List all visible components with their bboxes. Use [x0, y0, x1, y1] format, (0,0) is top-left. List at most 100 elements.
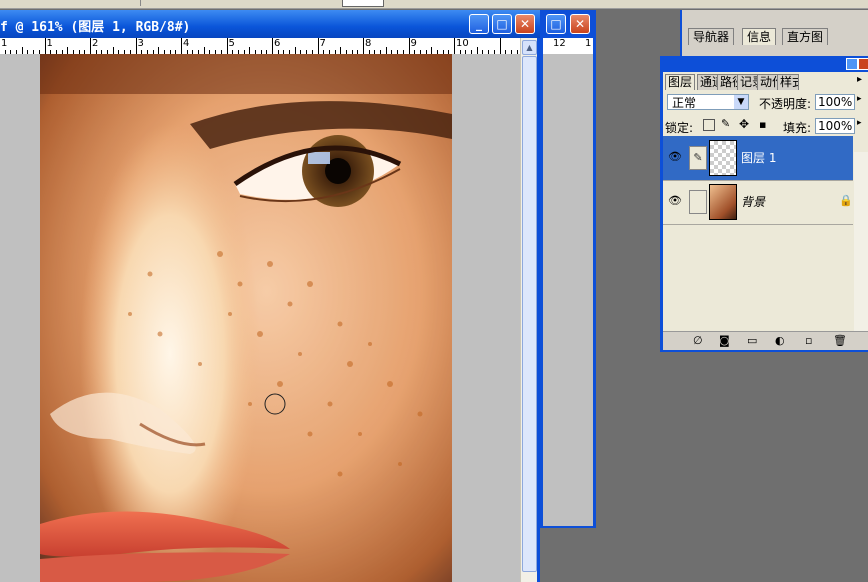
tab-info[interactable]: 信息	[742, 28, 777, 45]
layer-name: 图层 1	[741, 151, 777, 165]
options-field[interactable]	[342, 0, 384, 7]
ruler-label: 10	[456, 38, 469, 49]
opacity-field[interactable]: 100%	[815, 94, 855, 110]
ruler-label: 3	[137, 38, 144, 49]
ruler-tick	[135, 38, 137, 54]
chevron-down-icon: ▼	[734, 95, 748, 109]
tab-styles[interactable]: 样式	[777, 74, 799, 90]
layers-minimize-button[interactable]	[846, 58, 858, 70]
layer-name: 背景	[741, 195, 766, 209]
document-titlebar[interactable]: f @ 161% (图层 1, RGB/8#) _ □ ✕	[0, 10, 540, 38]
layers-panel: 图层 通道 路径 记录 动作 样式 ▸ 正常 ▼ 不透明度: 100% ▸ 锁定…	[660, 56, 868, 352]
lock-icon: 🔒	[839, 194, 853, 207]
ruler-label: 6	[274, 38, 281, 49]
document-window: f @ 161% (图层 1, RGB/8#) _ □ ✕ 1 1 2 3 4 5 6 7 8 9…	[0, 10, 540, 582]
ruler-tick	[294, 47, 296, 54]
ruler-tick	[226, 38, 228, 54]
visibility-eye-icon[interactable]: 👁	[668, 150, 682, 163]
tab-navigator[interactable]: 导航器	[688, 28, 735, 45]
scroll-thumb[interactable]	[522, 56, 537, 572]
ruler-label: 1	[46, 38, 53, 49]
ruler-tick	[476, 47, 478, 54]
tab-histogram[interactable]: 直方图	[782, 28, 829, 45]
tab-channels[interactable]: 通道	[697, 74, 719, 90]
face-photo-canvas[interactable]	[40, 54, 452, 582]
tab-actions[interactable]: 动作	[757, 74, 779, 90]
ruler-tick	[181, 38, 182, 54]
win2-close-button[interactable]: ✕	[570, 14, 590, 34]
tab-history[interactable]: 记录	[737, 74, 759, 90]
tab-paths[interactable]: 路径	[717, 74, 739, 90]
opacity-label: 不透明度:	[759, 97, 812, 111]
ruler-tick	[431, 47, 433, 54]
ruler-label: 7	[319, 38, 326, 49]
ruler-label: 1	[1, 38, 8, 49]
ruler-tick	[340, 47, 342, 54]
ruler-tick	[21, 47, 23, 54]
layers-close-button[interactable]	[858, 58, 868, 70]
add-mask-icon[interactable]: ◙	[719, 334, 730, 347]
navigator-panel: 导航器 信息 直方图	[680, 10, 868, 58]
layers-footer: ∅ ◙ ▭ ◐ ▫ 🗑	[663, 331, 868, 350]
face-photo	[40, 54, 452, 582]
brush-link-icon[interactable]: ✎	[689, 146, 707, 170]
new-layer-icon[interactable]: ▫	[805, 334, 812, 347]
ruler-label: 12	[553, 38, 566, 49]
win2-ruler: 12 1	[543, 38, 593, 54]
delete-layer-icon[interactable]: 🗑	[833, 334, 847, 347]
fill-label: 填充:	[783, 121, 812, 135]
ruler-tick	[158, 47, 160, 54]
fill-arrow-icon[interactable]: ▸	[857, 118, 862, 128]
ruler-tick	[385, 47, 387, 54]
fill-field[interactable]: 100%	[815, 118, 855, 134]
layer-row-background[interactable]: 👁 背景 🔒	[663, 180, 853, 225]
scroll-up-arrow[interactable]: ▲	[522, 40, 537, 55]
blend-mode-select[interactable]: 正常 ▼	[667, 94, 749, 110]
document-title: f @ 161% (图层 1, RGB/8#)	[0, 20, 191, 35]
ruler-tick	[203, 47, 205, 54]
lock-all-icon[interactable]: ▪	[759, 118, 766, 131]
layers-scrollbar[interactable]	[854, 152, 868, 350]
ruler-tick	[317, 38, 319, 54]
lock-label: 锁定:	[665, 121, 694, 135]
options-bar	[0, 0, 868, 9]
layer-row-layer1[interactable]: 👁 ✎ 图层 1	[663, 136, 853, 181]
ruler-tick	[112, 47, 114, 54]
ruler-tick	[499, 38, 501, 54]
ruler-tick	[454, 38, 455, 54]
panel-menu-arrow-icon[interactable]: ▸	[857, 74, 862, 85]
ruler-label: 5	[228, 38, 235, 49]
horizontal-ruler[interactable]: 1 1 2 3 4 5 6 7 8 9 10	[0, 38, 520, 55]
lock-paint-icon[interactable]: ✎	[721, 117, 730, 130]
layer-thumbnail	[709, 184, 737, 220]
close-button[interactable]: ✕	[515, 14, 535, 34]
ruler-tick	[363, 38, 364, 54]
win2-canvas[interactable]	[543, 38, 593, 526]
vertical-scrollbar[interactable]: ▲	[520, 38, 537, 582]
ruler-tick	[67, 47, 69, 54]
ruler-tick	[90, 38, 91, 54]
maximize-button[interactable]: □	[492, 14, 512, 34]
layer-thumbnail	[709, 140, 737, 176]
opacity-arrow-icon[interactable]: ▸	[857, 94, 862, 104]
second-document-window[interactable]: □ ✕ 12 1	[540, 10, 596, 528]
minimize-button[interactable]: _	[469, 14, 489, 34]
ruler-label: 4	[183, 38, 190, 49]
ruler-label: 8	[365, 38, 372, 49]
adjustment-layer-icon[interactable]: ◐	[775, 334, 785, 347]
ruler-tick	[408, 38, 410, 54]
blend-mode-value: 正常	[672, 96, 697, 110]
link-slot[interactable]	[689, 190, 707, 214]
visibility-eye-icon[interactable]: 👁	[668, 194, 682, 207]
win2-maximize-button[interactable]: □	[546, 14, 566, 34]
new-group-icon[interactable]: ▭	[747, 334, 757, 347]
lock-move-icon[interactable]: ✥	[739, 117, 749, 131]
ruler-tick	[44, 38, 46, 54]
lock-transparency-icon[interactable]	[703, 119, 715, 131]
ruler-label: 2	[92, 38, 99, 49]
link-layers-icon[interactable]: ∅	[693, 334, 703, 347]
ruler-label: 1	[585, 38, 592, 49]
ruler-label: 9	[410, 38, 417, 49]
tab-layers[interactable]: 图层	[665, 74, 696, 90]
ruler-tick	[249, 47, 251, 54]
